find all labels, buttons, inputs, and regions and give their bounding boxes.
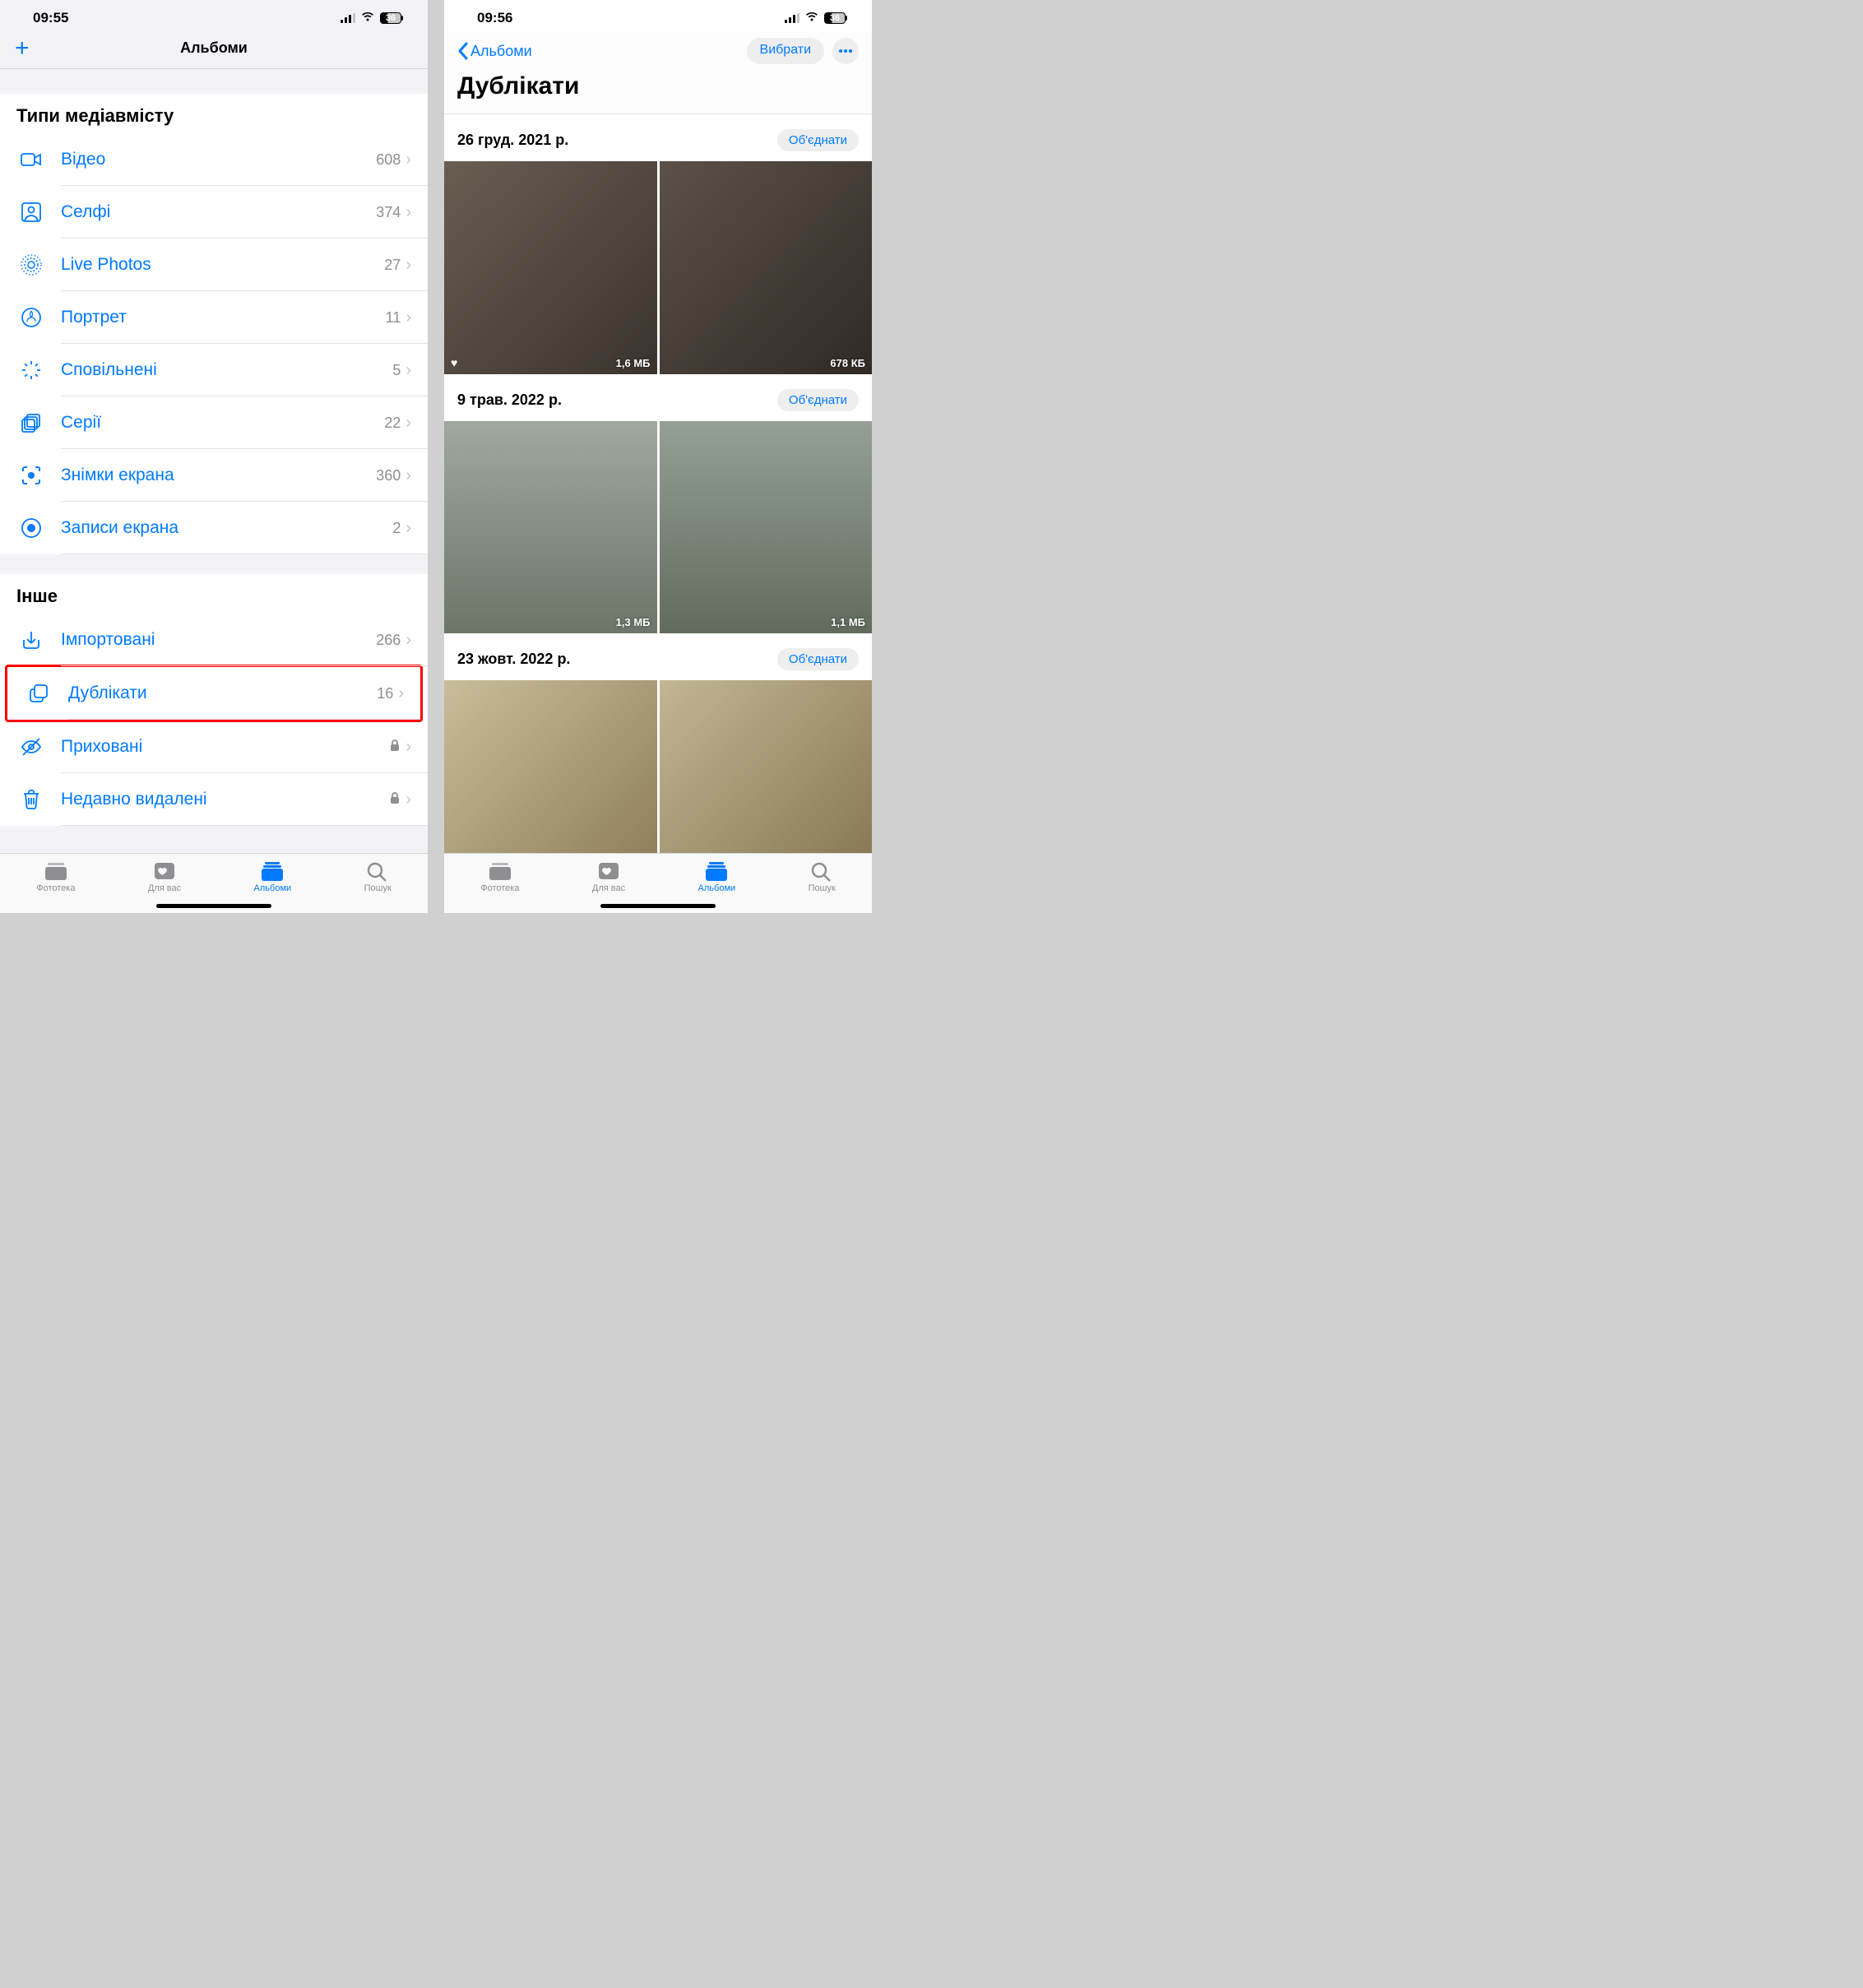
screen-recording-icon xyxy=(16,513,46,543)
row-live-photos[interactable]: Live Photos 27 › xyxy=(0,239,428,291)
highlight-duplicates: Дублікати 16 › xyxy=(5,665,423,722)
tab-for-you[interactable]: Для вас xyxy=(148,860,181,893)
section-header-other: Інше xyxy=(0,574,428,614)
duplicates-icon xyxy=(24,679,53,708)
row-portrait[interactable]: Портрет 11 › xyxy=(0,291,428,344)
row-slomo[interactable]: Сповільнені 5 › xyxy=(0,344,428,396)
cellular-icon xyxy=(341,13,355,23)
row-recently-deleted[interactable]: Недавно видалені › xyxy=(0,773,428,826)
tab-search[interactable]: Пошук xyxy=(364,860,392,893)
section-other: Інше Імпортовані 266 › Дублікати 16 › Пр… xyxy=(0,574,428,826)
tab-albums[interactable]: Альбоми xyxy=(254,860,292,893)
photo-thumbnail[interactable]: 1,3 МБ xyxy=(444,421,657,634)
chevron-right-icon: › xyxy=(406,203,411,222)
merge-button[interactable]: Об'єднати xyxy=(777,129,859,151)
status-indicators: 36 xyxy=(785,11,847,26)
home-indicator[interactable] xyxy=(600,904,716,908)
chevron-right-icon: › xyxy=(406,466,411,485)
row-screenshots[interactable]: Знімки екрана 360 › xyxy=(0,449,428,502)
status-time: 09:56 xyxy=(477,10,512,26)
chevron-right-icon: › xyxy=(406,361,411,380)
tab-library[interactable]: Фототека xyxy=(480,860,519,893)
tab-albums[interactable]: Альбоми xyxy=(698,860,736,893)
back-button[interactable]: Альбоми xyxy=(457,42,532,60)
battery-indicator: 36 xyxy=(380,12,403,24)
more-button[interactable] xyxy=(832,38,859,64)
burst-icon xyxy=(16,408,46,438)
chevron-right-icon: › xyxy=(406,414,411,433)
lock-icon xyxy=(389,791,401,809)
status-indicators: 36 xyxy=(341,11,403,26)
chevron-right-icon: › xyxy=(406,151,411,169)
phone-duplicates-view: 09:56 36 Альбоми Вибрати Д xyxy=(444,0,872,913)
section-header-media: Типи медіавмісту xyxy=(0,94,428,133)
row-bursts[interactable]: Серії 22 › xyxy=(0,396,428,449)
status-bar: 09:55 36 xyxy=(0,0,428,31)
nav-title: Альбоми xyxy=(180,39,248,57)
trash-icon xyxy=(16,785,46,814)
chevron-right-icon: › xyxy=(398,684,404,703)
chevron-right-icon: › xyxy=(406,790,411,809)
page-title: Дублікати xyxy=(457,69,859,105)
header: Альбоми Вибрати Дублікати xyxy=(444,31,872,114)
video-icon xyxy=(16,145,46,174)
favorite-icon: ♥ xyxy=(451,356,457,369)
chevron-left-icon xyxy=(457,42,469,60)
wifi-icon xyxy=(360,11,375,26)
group-date: 23 жовт. 2022 р. xyxy=(457,651,570,668)
merge-button[interactable]: Об'єднати xyxy=(777,389,859,411)
tab-search[interactable]: Пошук xyxy=(809,860,836,893)
battery-indicator: 36 xyxy=(824,12,847,24)
status-bar: 09:56 36 xyxy=(444,0,872,31)
add-album-button[interactable]: + xyxy=(15,35,30,63)
selfie-icon xyxy=(16,197,46,227)
tab-for-you[interactable]: Для вас xyxy=(592,860,625,893)
hidden-icon xyxy=(16,732,46,762)
section-media-types: Типи медіавмісту Відео 608 › Селфі 374 ›… xyxy=(0,94,428,554)
photo-thumbnail[interactable]: 1,1 МБ xyxy=(660,421,873,634)
status-time: 09:55 xyxy=(33,10,68,26)
live-photos-icon xyxy=(16,250,46,280)
group-date: 9 трав. 2022 р. xyxy=(457,392,562,409)
nav-bar: + Альбоми xyxy=(0,31,428,69)
photo-thumbnail[interactable]: 678 КБ xyxy=(660,161,873,374)
import-icon xyxy=(16,625,46,655)
cellular-icon xyxy=(785,13,799,23)
chevron-right-icon: › xyxy=(406,519,411,538)
chevron-right-icon: › xyxy=(406,738,411,757)
lock-icon xyxy=(389,739,401,756)
select-button[interactable]: Вибрати xyxy=(747,38,824,64)
phone-albums-list: 09:55 36 + Альбоми Типи медіавмісту Віде… xyxy=(0,0,428,913)
row-duplicates[interactable]: Дублікати 16 › xyxy=(7,667,420,720)
chevron-right-icon: › xyxy=(406,308,411,327)
photo-thumbnail[interactable]: ♥ 1,6 МБ xyxy=(444,161,657,374)
portrait-icon xyxy=(16,303,46,332)
row-selfies[interactable]: Селфі 374 › xyxy=(0,186,428,239)
home-indicator[interactable] xyxy=(156,904,271,908)
wifi-icon xyxy=(804,11,819,26)
row-imported[interactable]: Імпортовані 266 › xyxy=(0,614,428,666)
screenshot-icon xyxy=(16,461,46,490)
slomo-icon xyxy=(16,355,46,385)
chevron-right-icon: › xyxy=(406,256,411,275)
duplicate-group: 26 груд. 2021 р. Об'єднати ♥ 1,6 МБ 678 … xyxy=(444,114,872,374)
ellipsis-icon xyxy=(838,49,853,53)
group-date: 26 груд. 2021 р. xyxy=(457,132,568,149)
tab-library[interactable]: Фототека xyxy=(36,860,75,893)
row-videos[interactable]: Відео 608 › xyxy=(0,133,428,186)
merge-button[interactable]: Об'єднати xyxy=(777,648,859,670)
row-hidden[interactable]: Приховані › xyxy=(0,721,428,773)
chevron-right-icon: › xyxy=(406,631,411,650)
row-screen-recordings[interactable]: Записи екрана 2 › xyxy=(0,502,428,554)
duplicate-group: 9 трав. 2022 р. Об'єднати 1,3 МБ 1,1 МБ xyxy=(444,374,872,634)
